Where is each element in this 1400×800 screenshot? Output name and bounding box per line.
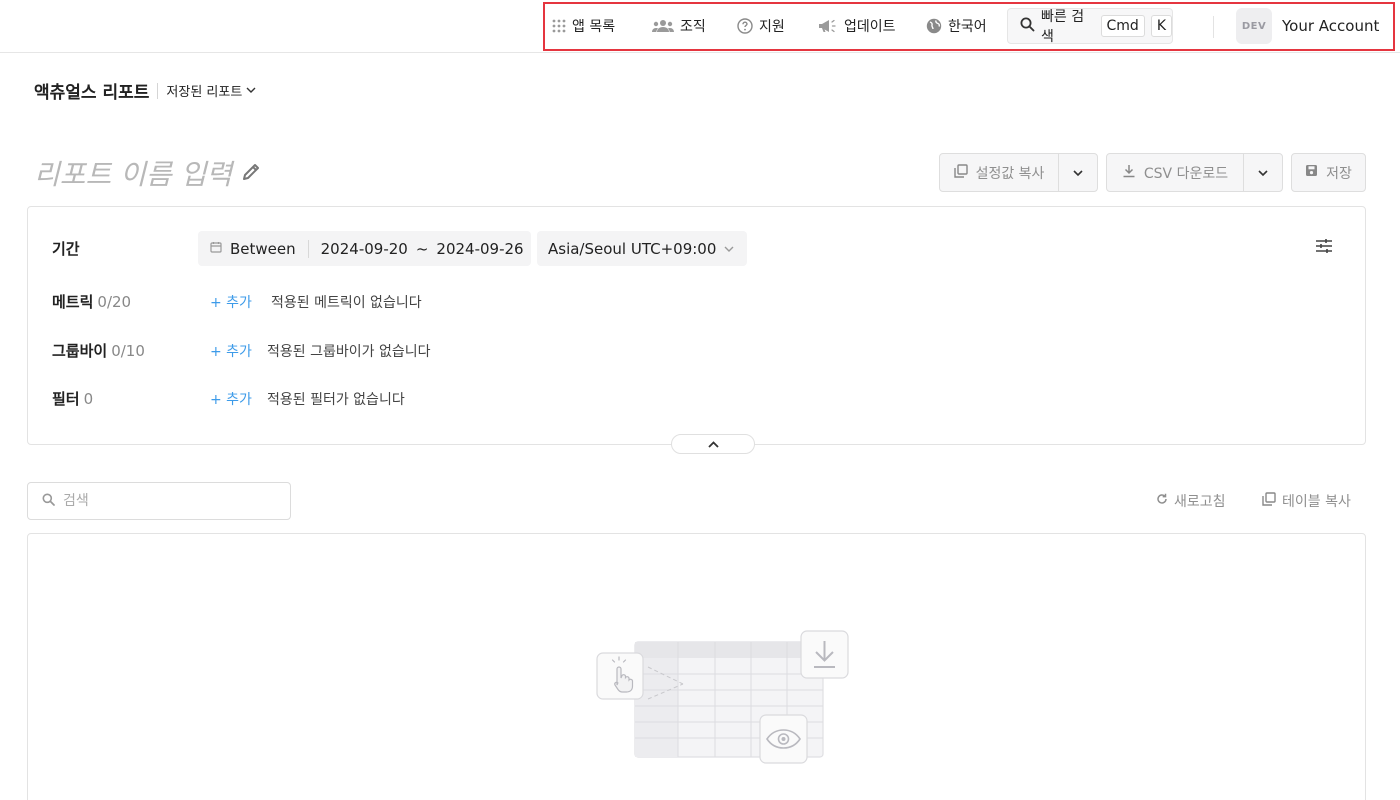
grid-icon [552,19,566,33]
users-icon [652,19,674,33]
saved-reports-dropdown[interactable]: 저장된 리포트 [166,81,256,100]
quick-search-button[interactable]: 빠른 검색 Cmd K [1007,8,1173,45]
megaphone-icon [818,18,838,34]
copy-icon [953,163,968,182]
sliders-icon[interactable] [1315,237,1333,259]
metrics-count: 0/20 [97,293,132,311]
filter-count: 0 [83,390,94,408]
filter-empty-note: 적용된 필터가 없습니다 [267,392,405,408]
metrics-label-text: 메트릭 [52,293,94,311]
org-label: 조직 [680,19,706,35]
copy-table-button[interactable]: 테이블 복사 [1262,491,1351,511]
top-bar: 앱 목록 조직 지원 업데이트 한국어 빠른 검색 Cmd K DEV Your… [0,0,1400,53]
chevron-down-icon [246,83,256,98]
globe-icon [926,18,942,34]
floppy-icon [1305,164,1318,181]
support-label: 지원 [759,19,785,35]
add-groupby-link[interactable]: + 추가 [210,341,252,361]
breadcrumb-divider [157,82,159,99]
timezone-select[interactable]: Asia/Seoul UTC+09:00 [537,231,747,266]
copy-icon [1262,492,1276,510]
add-metric-link[interactable]: + 추가 [210,292,252,312]
download-icon [800,630,849,679]
updates-label: 업데이트 [844,19,896,35]
metrics-empty-note: 적용된 메트릭이 없습니다 [271,295,422,311]
chevron-up-icon [707,436,719,452]
csv-download-button[interactable]: CSV 다운로드 [1106,153,1244,192]
report-name-placeholder: 리포트 이름 입력 [34,158,233,191]
download-icon [1122,164,1136,182]
copy-table-label: 테이블 복사 [1282,494,1351,510]
groupby-count: 0/10 [111,342,145,360]
collapse-panel-button[interactable] [671,434,755,454]
date-range-picker[interactable]: Between 2024-09-20 ~ 2024-09-26 [198,231,531,266]
quick-search-label: 빠른 검색 [1041,9,1085,45]
page-title: 액츄얼스 리포트 [34,83,150,103]
calendar-icon [210,241,222,257]
period-label: 기간 [52,238,80,259]
shortcut-cmd-key: Cmd [1100,15,1145,37]
chevron-down-icon [1258,165,1268,181]
updates-menu[interactable]: 업데이트 [818,16,896,36]
empty-table-illustration [588,629,858,783]
filter-label: 필터 0 [52,388,93,409]
table-search[interactable] [27,482,291,520]
language-menu[interactable]: 한국어 [926,16,987,36]
hand-pointer-icon [596,652,644,700]
refresh-label: 새로고침 [1174,494,1226,510]
account-name: Your Account [1282,17,1380,35]
language-label: 한국어 [948,19,987,35]
refresh-button[interactable]: 새로고침 [1156,491,1226,511]
date-end: 2024-09-26 [436,239,524,258]
copy-settings-button[interactable]: 설정값 복사 [939,153,1059,192]
csv-download-dropdown[interactable] [1243,153,1283,192]
refresh-icon [1156,493,1168,509]
report-name-input[interactable]: 리포트 이름 입력 [34,153,262,193]
support-menu[interactable]: 지원 [737,16,785,36]
filter-label-text: 필터 [52,390,80,408]
nav-divider [1213,16,1214,38]
account-menu[interactable]: DEV Your Account [1236,8,1379,44]
eye-icon [759,714,808,764]
date-range-separator: ~ [415,239,429,258]
save-label: 저장 [1326,165,1352,182]
date-mode: Between [230,239,296,258]
groupby-label: 그룹바이 0/10 [52,340,145,361]
search-icon [42,493,55,510]
breadcrumb: 액츄얼스 리포트 저장된 리포트 [34,78,256,103]
help-circle-icon [737,18,753,34]
result-table-area [27,533,1366,800]
apps-menu[interactable]: 앱 목록 [552,16,615,36]
org-menu[interactable]: 조직 [652,16,706,36]
add-filter-link[interactable]: + 추가 [210,389,252,409]
saved-reports-label: 저장된 리포트 [166,85,243,100]
shortcut-k-key: K [1150,15,1172,37]
copy-settings-dropdown[interactable] [1058,153,1098,192]
save-button[interactable]: 저장 [1291,153,1366,192]
search-icon [1020,17,1035,36]
metrics-label: 메트릭 0/20 [52,291,131,312]
groupby-label-text: 그룹바이 [52,342,108,360]
copy-settings-label: 설정값 복사 [975,165,1045,182]
date-divider [307,239,309,258]
report-config-panel: 기간 Between 2024-09-20 ~ 2024-09-26 Asia/… [27,206,1366,454]
pencil-icon[interactable] [240,157,262,190]
timezone-value: Asia/Seoul UTC+09:00 [548,239,717,258]
top-nav-highlighted: 앱 목록 조직 지원 업데이트 한국어 빠른 검색 Cmd K DEV Your… [543,2,1395,51]
groupby-empty-note: 적용된 그룹바이가 없습니다 [267,344,431,360]
apps-label: 앱 목록 [572,19,616,35]
chevron-down-icon [1073,165,1083,181]
date-start: 2024-09-20 [320,239,408,258]
search-input[interactable] [63,493,263,509]
avatar: DEV [1236,8,1272,44]
period-label-text: 기간 [52,240,80,258]
chevron-down-icon [724,242,734,256]
csv-download-label: CSV 다운로드 [1143,165,1229,182]
